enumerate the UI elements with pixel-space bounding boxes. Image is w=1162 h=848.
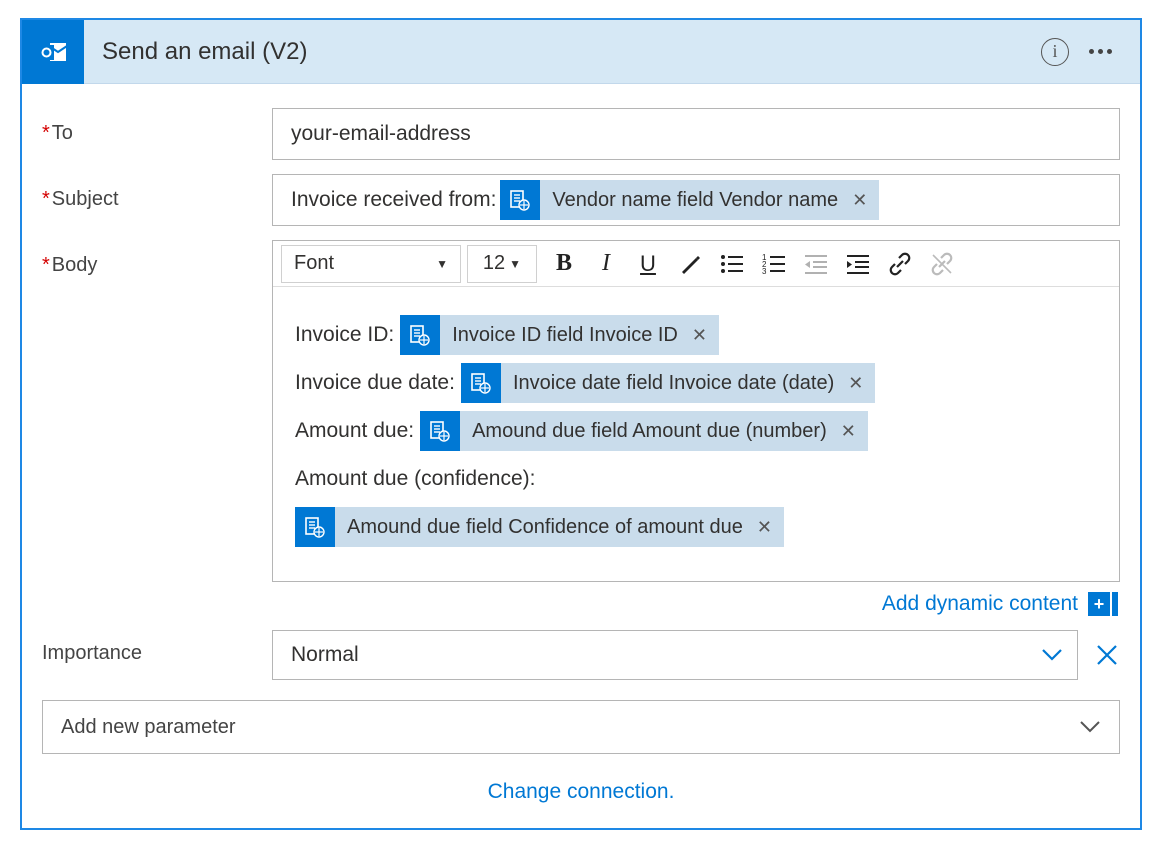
subject-row: *Subject Invoice received from: Vendor n… — [42, 174, 1120, 226]
to-label: *To — [42, 108, 272, 145]
card-header: Send an email (V2) i — [22, 20, 1140, 84]
font-size-select[interactable]: 12 ▼ — [467, 245, 537, 283]
dynamic-token-invoice-date[interactable]: Invoice date field Invoice date (date) ✕ — [461, 363, 875, 403]
token-icon — [420, 411, 460, 451]
send-email-action-card: Send an email (V2) i *To *Subject — [20, 18, 1142, 830]
info-icon[interactable]: i — [1041, 38, 1069, 66]
unlink-button[interactable] — [921, 245, 963, 283]
outdent-button[interactable] — [795, 245, 837, 283]
more-actions-button[interactable] — [1089, 49, 1112, 54]
chevron-down-icon — [1079, 720, 1101, 734]
dynamic-token-invoice-id[interactable]: Invoice ID field Invoice ID ✕ — [400, 315, 719, 355]
add-parameter-select[interactable]: Add new parameter — [42, 700, 1120, 754]
token-icon — [461, 363, 501, 403]
importance-row: Importance Normal — [42, 630, 1120, 680]
subject-label: *Subject — [42, 174, 272, 211]
card-title: Send an email (V2) — [84, 38, 1041, 66]
dynamic-token-amount-due[interactable]: Amound due field Amount due (number) ✕ — [420, 411, 868, 451]
dynamic-token-vendor-name[interactable]: Vendor name field Vendor name ✕ — [500, 180, 879, 220]
body-label: *Body — [42, 240, 272, 277]
expression-toggle-button[interactable] — [1112, 592, 1118, 616]
color-button[interactable] — [669, 245, 711, 283]
to-input[interactable] — [272, 108, 1120, 160]
importance-label: Importance — [42, 630, 272, 665]
numbered-list-button[interactable]: 123 — [753, 245, 795, 283]
token-icon — [295, 507, 335, 547]
body-editor: Font ▼ 12 ▼ B I U — [272, 240, 1120, 582]
chevron-down-icon — [1041, 648, 1063, 662]
body-content[interactable]: Invoice ID: Invoice ID field Invoice ID … — [273, 287, 1119, 581]
font-select[interactable]: Font ▼ — [281, 245, 461, 283]
token-remove-button[interactable]: ✕ — [841, 421, 856, 442]
svg-text:3: 3 — [762, 267, 767, 275]
token-remove-button[interactable]: ✕ — [692, 325, 707, 346]
token-icon — [500, 180, 540, 220]
subject-text: Invoice received from: — [291, 188, 496, 212]
token-remove-button[interactable]: ✕ — [852, 190, 867, 211]
dynamic-token-amount-confidence[interactable]: Amound due field Confidence of amount du… — [295, 507, 784, 547]
add-dynamic-content-link[interactable]: Add dynamic content — [882, 592, 1078, 616]
link-button[interactable] — [879, 245, 921, 283]
add-dynamic-content-button[interactable]: + — [1088, 592, 1110, 616]
subject-input[interactable]: Invoice received from: Vendor name field… — [272, 174, 1120, 226]
bullet-list-button[interactable] — [711, 245, 753, 283]
indent-button[interactable] — [837, 245, 879, 283]
outlook-icon — [37, 36, 69, 68]
token-remove-button[interactable]: ✕ — [757, 517, 772, 538]
importance-select[interactable]: Normal — [272, 630, 1078, 680]
body-row: *Body Font ▼ 12 ▼ B I — [42, 240, 1120, 616]
token-icon — [400, 315, 440, 355]
editor-toolbar: Font ▼ 12 ▼ B I U — [273, 241, 1119, 287]
remove-parameter-button[interactable] — [1094, 642, 1120, 668]
token-remove-button[interactable]: ✕ — [848, 373, 863, 394]
change-connection-link[interactable]: Change connection. — [42, 780, 1120, 804]
italic-button[interactable]: I — [585, 245, 627, 283]
to-row: *To — [42, 108, 1120, 160]
underline-button[interactable]: U — [627, 245, 669, 283]
connector-icon — [22, 20, 84, 84]
bold-button[interactable]: B — [543, 245, 585, 283]
card-body: *To *Subject Invoice received from: Vend… — [22, 84, 1140, 828]
